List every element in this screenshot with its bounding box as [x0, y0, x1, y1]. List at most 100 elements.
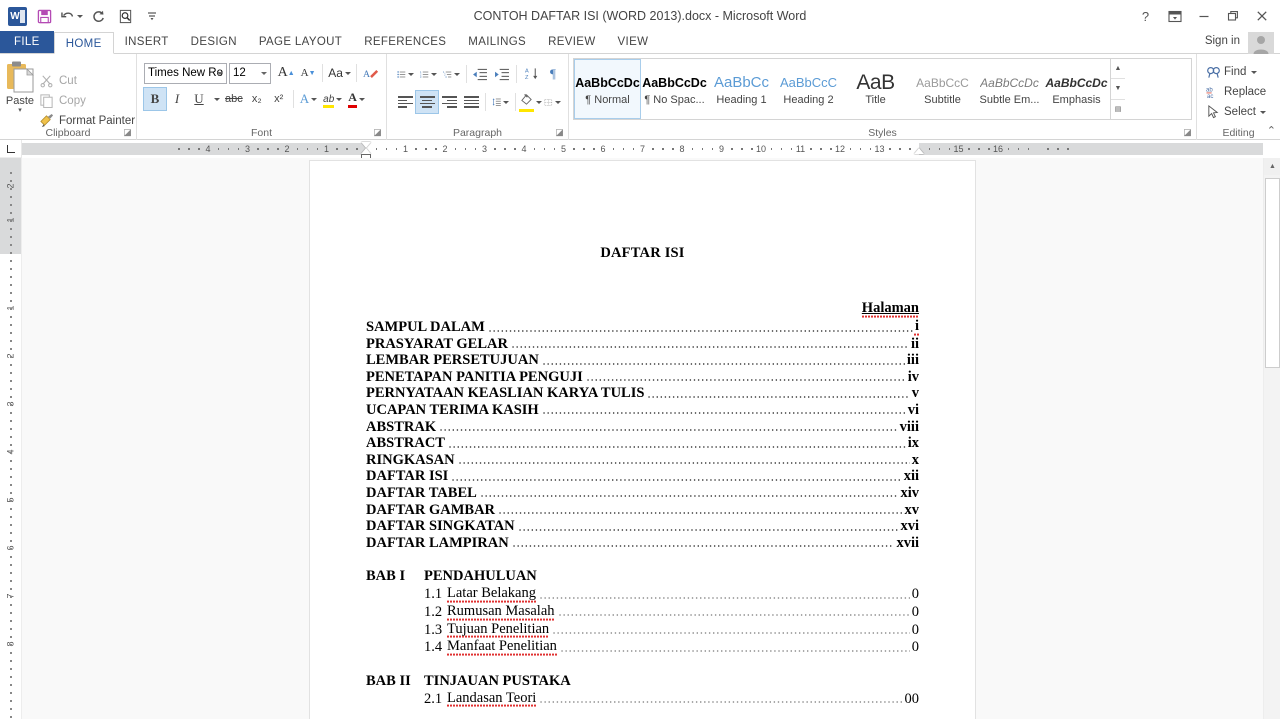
document-page[interactable]: DAFTAR ISI Halaman SAMPUL DALAMiPRASYARA… [310, 161, 975, 719]
align-right-button[interactable] [438, 91, 460, 113]
toc-entry[interactable]: PENETAPAN PANITIA PENGUJIiv [366, 369, 919, 386]
print-preview-icon[interactable] [113, 5, 137, 27]
tab-stop-selector[interactable] [0, 140, 22, 158]
styles-more-icon[interactable]: ▤ [1111, 100, 1125, 119]
restore-button[interactable] [1218, 2, 1247, 30]
tab-review[interactable]: REVIEW [537, 31, 606, 53]
toc-entry[interactable]: DAFTAR SINGKATANxvi [366, 518, 919, 535]
multilevel-list-button[interactable]: 123 [440, 63, 463, 85]
vertical-ruler[interactable]: 2 1 1 2 3 4 5 6 7 8 [0, 158, 22, 719]
right-indent-marker[interactable] [914, 148, 924, 154]
toc-section-entry[interactable]: 1.3Tujuan Penelitian0 [366, 621, 919, 639]
select-button[interactable]: Select [1204, 102, 1276, 122]
line-spacing-button[interactable] [489, 91, 512, 113]
styles-scroll-up-icon[interactable]: ▲ [1111, 59, 1125, 79]
shading-button[interactable] [519, 91, 542, 113]
toc-entry[interactable]: RINGKASANx [366, 452, 919, 469]
sort-button[interactable]: AZ [520, 63, 542, 85]
toc-entry[interactable]: ABSTRACTix [366, 435, 919, 452]
redo-icon[interactable] [86, 5, 110, 27]
toc-entry[interactable]: UCAPAN TERIMA KASIHvi [366, 402, 919, 419]
undo-icon[interactable] [59, 5, 83, 27]
toc-entry[interactable]: SAMPUL DALAMi [366, 318, 919, 336]
tab-view[interactable]: VIEW [607, 31, 660, 53]
vertical-scrollbar[interactable]: ▲ [1263, 158, 1280, 719]
font-size-combobox[interactable]: 12 [229, 63, 271, 84]
align-left-button[interactable] [394, 91, 416, 113]
clipboard-dialog-launcher[interactable]: ◪ [122, 127, 133, 138]
tab-file[interactable]: FILE [0, 31, 54, 53]
toc-entry[interactable]: PRASYARAT GELARii [366, 336, 919, 353]
borders-button[interactable] [541, 91, 564, 113]
sign-in-link[interactable]: Sign in [1205, 35, 1240, 47]
font-name-caret-icon[interactable] [217, 72, 223, 75]
tab-design[interactable]: DESIGN [180, 31, 248, 53]
paste-dropdown-caret[interactable]: ▾ [18, 108, 22, 114]
underline-button[interactable]: U [188, 88, 210, 110]
style-subtitle[interactable]: AaBbCcC Subtitle [909, 59, 976, 119]
shrink-font-button[interactable]: A▼ [297, 62, 319, 84]
align-center-button[interactable] [416, 91, 438, 113]
underline-dropdown-caret-icon[interactable] [210, 88, 222, 110]
styles-gallery-scrollbar[interactable]: ▲ ▼ ▤ [1110, 59, 1125, 119]
toc-entry[interactable]: DAFTAR ISIxii [366, 468, 919, 485]
toc-chapter-heading[interactable]: BAB IITINJAUAN PUSTAKA [366, 673, 919, 690]
style-no-spacing[interactable]: AaBbCcDc ¶ No Spac... [641, 59, 708, 119]
grow-font-button[interactable]: A▲ [275, 62, 297, 84]
tab-references[interactable]: REFERENCES [353, 31, 457, 53]
toc-entry[interactable]: DAFTAR GAMBARxv [366, 502, 919, 519]
replace-button[interactable]: abac Replace [1204, 82, 1276, 102]
document-canvas[interactable]: DAFTAR ISI Halaman SAMPUL DALAMiPRASYARA… [22, 158, 1263, 719]
tab-home[interactable]: HOME [54, 32, 114, 54]
strikethrough-button[interactable]: abc [222, 88, 246, 110]
decrease-indent-button[interactable] [469, 63, 491, 85]
change-case-button[interactable]: Aa [326, 62, 353, 84]
save-icon[interactable] [32, 5, 56, 27]
toc-entry[interactable]: DAFTAR LAMPIRANxvii [366, 535, 919, 552]
numbering-button[interactable]: 123 [417, 63, 440, 85]
customize-qat-icon[interactable] [140, 5, 164, 27]
help-icon[interactable]: ? [1131, 2, 1160, 30]
style-heading-1[interactable]: AaBbCc Heading 1 [708, 59, 775, 119]
toc-entry[interactable]: LEMBAR PERSETUJUANiii [366, 352, 919, 369]
styles-dialog-launcher[interactable]: ◪ [1182, 127, 1193, 138]
style-subtle-emphasis[interactable]: AaBbCcDc Subtle Em... [976, 59, 1043, 119]
clear-formatting-button[interactable]: A [360, 62, 382, 84]
style-heading-2[interactable]: AaBbCcC Heading 2 [775, 59, 842, 119]
toc-entry[interactable]: ABSTRAKviii [366, 419, 919, 436]
font-size-caret-icon[interactable] [261, 72, 267, 75]
ribbon-display-options-icon[interactable] [1160, 2, 1189, 30]
close-button[interactable] [1247, 2, 1276, 30]
avatar[interactable] [1248, 32, 1274, 56]
tab-insert[interactable]: INSERT [114, 31, 180, 53]
italic-button[interactable]: I [166, 88, 188, 110]
toc-section-entry[interactable]: 1.2Rumusan Masalah0 [366, 603, 919, 621]
style-emphasis[interactable]: AaBbCcDc Emphasis [1043, 59, 1110, 119]
toc-entry[interactable]: DAFTAR TABELxiv [366, 485, 919, 502]
subscript-button[interactable]: x₂ [246, 88, 268, 110]
bold-button[interactable]: B [144, 88, 166, 110]
superscript-button[interactable]: x² [268, 88, 290, 110]
styles-scroll-down-icon[interactable]: ▼ [1111, 79, 1125, 99]
style-title[interactable]: AaB Title [842, 59, 909, 119]
toc-section-entry[interactable]: 1.4Manfaat Penelitian0 [366, 638, 919, 656]
text-effects-button[interactable]: A [297, 88, 320, 110]
toc-entry[interactable]: PERNYATAAN KEASLIAN KARYA TULISv [366, 385, 919, 402]
font-name-combobox[interactable]: Times New Ro [144, 63, 227, 84]
text-highlight-button[interactable]: ab [320, 88, 345, 110]
minimize-button[interactable] [1189, 2, 1218, 30]
toc-section-entry[interactable]: 1.1Latar Belakang0 [366, 585, 919, 603]
toc-section-entry[interactable]: 2.1Landasan Teori00 [366, 690, 919, 708]
toc-chapter-heading[interactable]: BAB IPENDAHULUAN [366, 568, 919, 585]
tab-mailings[interactable]: MAILINGS [457, 31, 537, 53]
scroll-up-icon[interactable]: ▲ [1264, 158, 1280, 175]
bullets-button[interactable] [394, 63, 417, 85]
font-dialog-launcher[interactable]: ◪ [372, 127, 383, 138]
font-color-button[interactable]: A [345, 88, 368, 110]
horizontal-ruler[interactable]: 4321123456789101112131516 [22, 140, 1280, 158]
paragraph-dialog-launcher[interactable]: ◪ [554, 127, 565, 138]
collapse-ribbon-icon[interactable]: ⌃ [1267, 124, 1276, 137]
tab-page-layout[interactable]: PAGE LAYOUT [248, 31, 353, 53]
find-button[interactable]: Find [1204, 62, 1276, 82]
show-formatting-marks-button[interactable]: ¶ [542, 63, 564, 85]
